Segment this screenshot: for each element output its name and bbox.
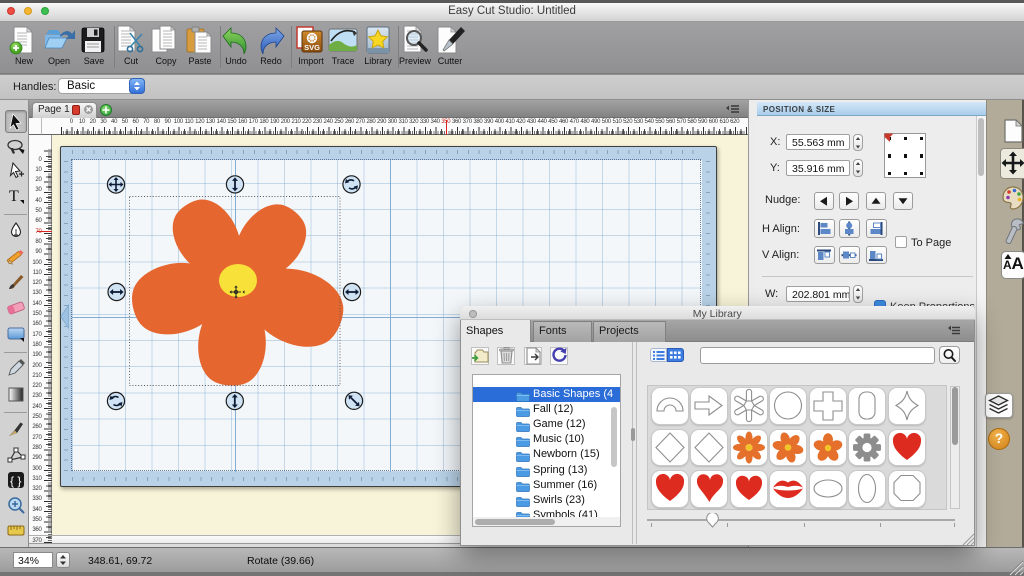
svg-text:T: T	[9, 188, 19, 205]
svg-text:{ }: { }	[10, 474, 21, 488]
svg-text:SVG: SVG	[304, 43, 320, 52]
